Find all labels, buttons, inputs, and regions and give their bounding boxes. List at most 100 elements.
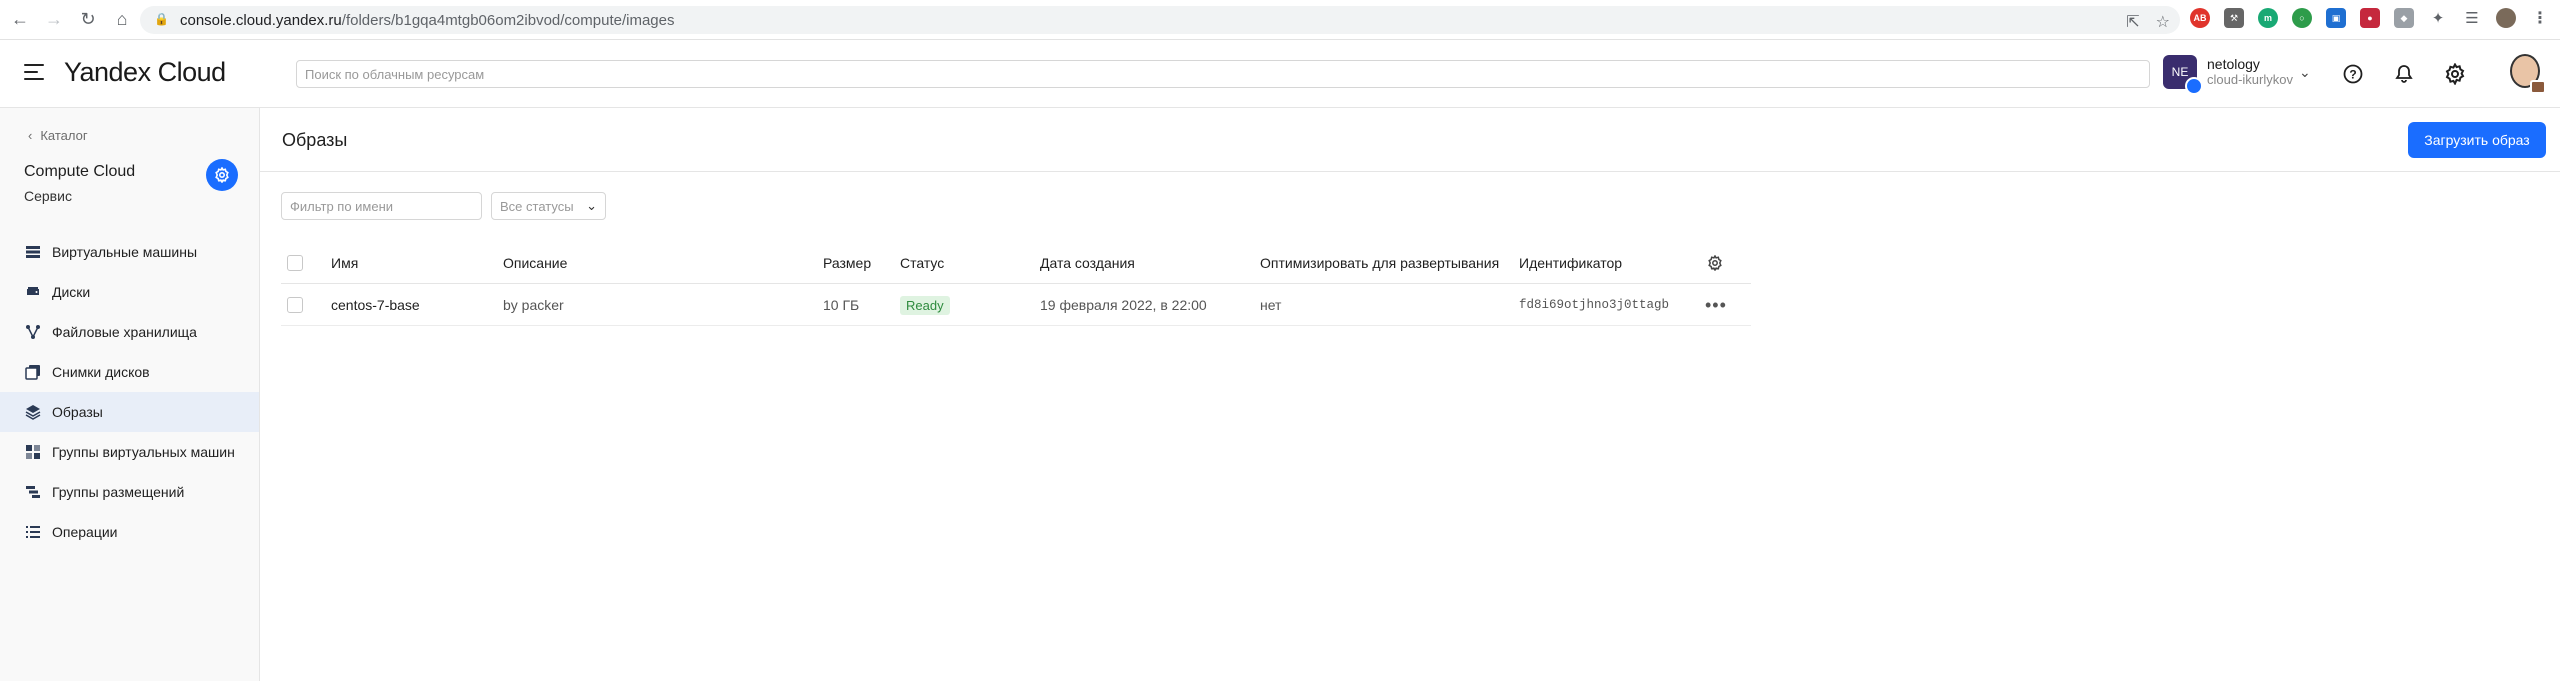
back-link-label: Каталог <box>40 128 88 143</box>
image-description: by packer <box>503 297 564 313</box>
reload-icon[interactable]: ↻ <box>74 6 102 34</box>
sidebar-item-vms[interactable]: Виртуальные машины <box>0 232 259 272</box>
star-icon[interactable]: ☆ <box>2156 12 2170 32</box>
disk-icon <box>24 283 42 301</box>
chevron-down-icon: ⌄ <box>586 198 597 213</box>
image-size: 10 ГБ <box>823 297 860 313</box>
table-settings-icon[interactable] <box>1707 242 1723 284</box>
column-header-status[interactable]: Статус <box>900 242 944 284</box>
lock-icon: 🔒 <box>154 12 169 26</box>
menu-icon[interactable] <box>24 64 44 80</box>
back-to-catalog-link[interactable]: ‹ Каталог <box>28 128 88 143</box>
upload-image-button[interactable]: Загрузить образ <box>2408 122 2546 158</box>
settings-gear-icon[interactable] <box>2443 62 2467 86</box>
sidebar-item-label: Группы размещений <box>52 484 185 500</box>
menu-kebab-icon[interactable]: ⋮ <box>2530 8 2550 28</box>
sidebar-item-label: Операции <box>52 524 118 540</box>
account-switcher[interactable]: NE netology cloud-ikurlykov ⌄ <box>2163 55 2311 95</box>
name-filter-input[interactable]: Фильтр по имени <box>281 192 482 220</box>
snapshot-icon <box>24 363 42 381</box>
sidebar-item-images[interactable]: Образы <box>0 392 259 432</box>
row-actions-more-icon[interactable]: ••• <box>1705 284 1727 326</box>
placement-icon <box>24 483 42 501</box>
image-created: 19 февраля 2022, в 22:00 <box>1040 297 1207 313</box>
main-content: Образы Загрузить образ Фильтр по имени В… <box>260 108 2560 681</box>
circle-extension-icon[interactable]: ○ <box>2292 8 2312 28</box>
m-extension-icon[interactable]: m <box>2258 8 2278 28</box>
table-row[interactable]: centos-7-base by packer 10 ГБ Ready 19 ф… <box>281 284 1751 326</box>
screenshot-extension-icon[interactable]: ▣ <box>2326 8 2346 28</box>
select-all-checkbox[interactable] <box>287 255 303 271</box>
forward-arrow-icon[interactable]: → <box>40 6 68 34</box>
column-header-optimize[interactable]: Оптимизировать для развертывания <box>1260 242 1499 284</box>
address-bar[interactable]: 🔒 console.cloud.yandex.ru/folders/b1gqa4… <box>140 6 2180 34</box>
sidebar-item-label: Виртуальные машины <box>52 244 198 260</box>
list-icon <box>24 523 42 541</box>
profile-icon[interactable] <box>2496 8 2516 28</box>
cloud-icon <box>2185 77 2203 95</box>
svg-text:?: ? <box>2349 68 2356 82</box>
sidebar-item-filestores[interactable]: Файловые хранилища <box>0 312 259 352</box>
image-id: fd8i69otjhno3j0ttagb <box>1519 298 1670 312</box>
chevron-left-icon: ‹ <box>28 128 33 143</box>
red-extension-icon[interactable]: ● <box>2360 8 2380 28</box>
page-title: Образы <box>282 130 348 150</box>
row-checkbox[interactable] <box>287 297 303 313</box>
shield-extension-icon[interactable]: ◆ <box>2394 8 2414 28</box>
browser-toolbar: ← → ↻ ⌂ 🔒 console.cloud.yandex.ru/folder… <box>0 0 2560 40</box>
user-avatar[interactable] <box>2508 52 2546 94</box>
sidebar-item-disks[interactable]: Диски <box>0 272 259 312</box>
status-badge: Ready <box>900 295 950 315</box>
account-badge: NE <box>2163 55 2203 95</box>
sidebar-item-label: Снимки дисков <box>52 364 150 380</box>
app-header: Yandex Cloud Поиск по облачным ресурсам … <box>0 40 2560 108</box>
sidebar-item-label: Группы виртуальных машин <box>52 444 235 460</box>
column-header-id[interactable]: Идентификатор <box>1519 242 1622 284</box>
chevron-down-icon: ⌄ <box>2298 63 2311 80</box>
image-optimize: нет <box>1260 297 1282 313</box>
adblock-extension-icon[interactable]: AB <box>2190 8 2210 28</box>
briefcase-icon <box>2530 80 2546 94</box>
image-name[interactable]: centos-7-base <box>331 284 420 326</box>
home-icon[interactable]: ⌂ <box>108 6 136 34</box>
reading-list-icon[interactable]: ☰ <box>2462 8 2482 28</box>
sidebar-item-placement-groups[interactable]: Группы размещений <box>0 472 259 512</box>
service-settings-icon[interactable] <box>206 159 238 191</box>
column-header-size[interactable]: Размер <box>823 242 871 284</box>
help-icon[interactable]: ? <box>2341 62 2365 86</box>
sidebar-item-operations[interactable]: Операции <box>0 512 259 552</box>
extensions-bar: AB ⚒ m ○ ▣ ● ◆ ✦ ☰ ⋮ <box>2190 8 2550 28</box>
sidebar-item-vm-groups[interactable]: Группы виртуальных машин <box>0 432 259 472</box>
column-header-description[interactable]: Описание <box>503 242 567 284</box>
sidebar-item-snapshots[interactable]: Снимки дисков <box>0 352 259 392</box>
bell-icon[interactable] <box>2392 62 2416 86</box>
service-subtitle: Сервис <box>24 188 72 204</box>
status-filter-select[interactable]: Все статусы ⌄ <box>491 192 606 220</box>
account-name: netology <box>2207 56 2260 72</box>
sidebar-item-label: Образы <box>52 404 103 420</box>
table-header: Имя Описание Размер Статус Дата создания… <box>281 242 1751 284</box>
url-host: console.cloud.yandex.ru <box>180 11 342 29</box>
puzzle-icon[interactable]: ✦ <box>2428 8 2448 28</box>
share-nodes-icon <box>24 323 42 341</box>
service-title: Compute Cloud <box>24 163 136 180</box>
column-header-name[interactable]: Имя <box>331 242 358 284</box>
share-icon[interactable]: ⇱ <box>2126 12 2139 32</box>
server-icon <box>24 243 42 261</box>
tool-extension-icon[interactable]: ⚒ <box>2224 8 2244 28</box>
layers-icon <box>24 403 42 421</box>
search-input[interactable]: Поиск по облачным ресурсам <box>296 60 2150 88</box>
logo[interactable]: Yandex Cloud <box>64 57 226 88</box>
sidebar-item-label: Файловые хранилища <box>52 324 197 340</box>
images-table: Имя Описание Размер Статус Дата создания… <box>281 242 1751 326</box>
sidebar-item-label: Диски <box>52 284 91 300</box>
sidebar-nav: Виртуальные машины Диски Файловые хранил… <box>0 232 259 552</box>
back-arrow-icon[interactable]: ← <box>6 6 34 34</box>
column-header-created[interactable]: Дата создания <box>1040 242 1135 284</box>
sidebar: ‹ Каталог Compute Cloud Сервис Виртуальн… <box>0 108 260 681</box>
status-filter-value: Все статусы <box>500 198 574 214</box>
account-initials: NE <box>2171 65 2189 79</box>
group-icon <box>24 443 42 461</box>
divider <box>260 171 2560 172</box>
account-cloud: cloud-ikurlykov <box>2207 72 2293 87</box>
